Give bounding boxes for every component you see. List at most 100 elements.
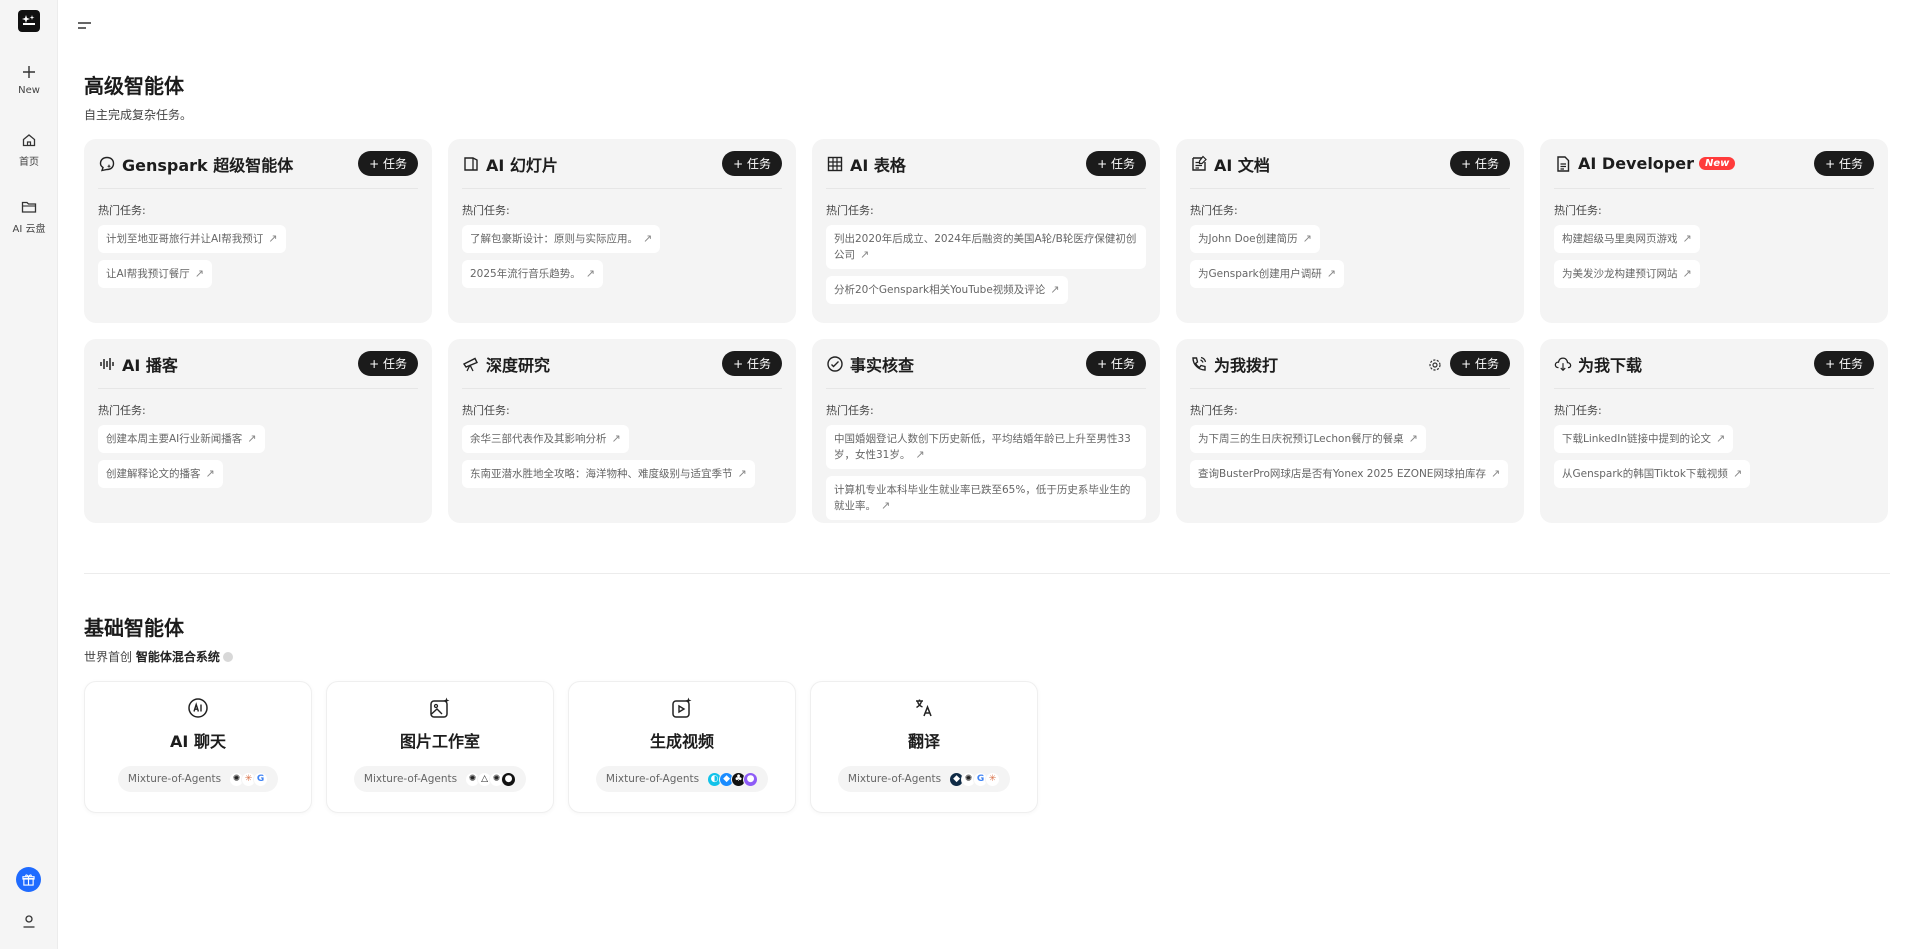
gift-button[interactable] [16, 867, 41, 892]
task-chip[interactable]: 为Genspark创建用户调研 ↗ [1190, 260, 1344, 288]
add-task-button[interactable]: + 任务 [1086, 151, 1146, 176]
task-chip-text: 列出2020年后成立、2024年后融资的美国A轮/B轮医疗保健初创公司 [834, 233, 1137, 261]
task-chip-text: 创建解释论文的播客 [106, 468, 201, 480]
task-chip-text: 为Genspark创建用户调研 [1198, 268, 1322, 280]
slides-icon [462, 155, 480, 173]
task-chip[interactable]: 让AI帮我预订餐厅 ↗ [98, 260, 212, 288]
task-chip[interactable]: 计算机专业本科毕业生就业率已跌至65%，低于历史系毕业生的就业率。 ↗ [826, 476, 1146, 520]
agent-card-title: AI 幻灯片 [486, 155, 558, 175]
arrow-up-right-icon: ↗ [915, 448, 925, 461]
hot-tasks-label: 热门任务: [1554, 404, 1602, 417]
basic-agents-title: 基础智能体 [84, 616, 184, 640]
user-icon [23, 915, 35, 928]
task-chip-text: 构建超级马里奥网页游戏 [1562, 233, 1678, 245]
agent-card[interactable]: AI 表格 + 任务 热门任务: 列出2020年后成立、2024年后融资的美国A轮/B… [812, 139, 1160, 323]
add-task-button[interactable]: + 任务 [1814, 351, 1874, 376]
task-chip[interactable]: 2025年流行音乐趋势。 ↗ [462, 260, 603, 288]
ai-chat-icon [186, 696, 210, 720]
basic-agents-subtitle: 世界首创 智能体混合系统 [84, 648, 233, 665]
agent-card-title: 事实核查 [850, 355, 915, 375]
agent-card-header: AI Developer New + 任务 [1554, 139, 1874, 189]
task-chip[interactable]: 列出2020年后成立、2024年后融资的美国A轮/B轮医疗保健初创公司 ↗ [826, 225, 1146, 269]
agent-card[interactable]: 为我拨打 + 任务 热门任务: 为下周三的生日庆祝预订Lechon餐厅的餐桌 ↗ 查询Bu… [1176, 339, 1524, 523]
basic-agent-card[interactable]: 生成视频 Mixture-of-Agents ◐ ◆ ♣ ● [568, 681, 796, 813]
basic-agent-card[interactable]: 翻译 Mixture-of-Agents ◆ ✺ G ✳ [810, 681, 1038, 813]
add-task-button[interactable]: + 任务 [722, 351, 782, 376]
task-chip[interactable]: 中国婚姻登记人数创下历史新低，平均结婚年龄已上升至男性33岁，女性31岁。 ↗ [826, 425, 1146, 469]
task-chip[interactable]: 创建解释论文的播客 ↗ [98, 460, 223, 488]
add-task-button[interactable]: + 任务 [1814, 151, 1874, 176]
folder-icon [21, 201, 37, 213]
cloud-download-icon [1554, 355, 1572, 373]
task-chip[interactable]: 从Genspark的韩国Tiktok下载视频 ↗ [1554, 460, 1751, 488]
menu-icon [78, 22, 91, 29]
add-task-button[interactable]: + 任务 [1450, 151, 1510, 176]
arrow-up-right-icon: ↗ [1326, 267, 1336, 280]
info-icon[interactable] [222, 652, 233, 662]
genspark-logo[interactable] [18, 10, 40, 32]
task-chip-row: 创建本周主要AI行业新闻播客 ↗ [98, 425, 418, 460]
agent-card[interactable]: AI 幻灯片 + 任务 热门任务: 了解包豪斯设计：原则与实际应用。 ↗ 2025年流行音… [448, 139, 796, 323]
task-chip-row: 东南亚潜水胜地全攻略：海洋物种、难度级别与适宜季节 ↗ [462, 460, 782, 495]
basic-agent-title: 生成视频 [649, 732, 714, 751]
sidebar-item-ai-drive[interactable]: AI 云盘 [0, 199, 58, 235]
task-chip[interactable]: 余华三部代表作及其影响分析 ↗ [462, 425, 629, 453]
task-chip-text: 下载LinkedIn链接中提到的论文 [1562, 433, 1712, 445]
basic-agent-card[interactable]: AI 聊天 Mixture-of-Agents ✺ ✳ G [84, 681, 312, 813]
add-task-button[interactable]: + 任务 [1086, 351, 1146, 376]
task-chip-row: 下载LinkedIn链接中提到的论文 ↗ [1554, 425, 1874, 460]
add-task-button[interactable]: + 任务 [358, 151, 418, 176]
task-chip[interactable]: 了解包豪斯设计：原则与实际应用。 ↗ [462, 225, 661, 253]
gift-icon [22, 874, 35, 886]
basic-agent-card[interactable]: 图片工作室 Mixture-of-Agents ✺ △ ✺ ● [326, 681, 554, 813]
task-chip-text: 为下周三的生日庆祝预订Lechon餐厅的餐桌 [1198, 433, 1404, 445]
task-chip[interactable]: 为John Doe创建简历 ↗ [1190, 225, 1320, 253]
task-chip-text: 分析20个Genspark相关YouTube视频及评论 [834, 284, 1046, 296]
task-chip[interactable]: 为美发沙龙构建预订网站 ↗ [1554, 260, 1700, 288]
agent-card[interactable]: 事实核查 + 任务 热门任务: 中国婚姻登记人数创下历史新低，平均结婚年龄已上升至男性… [812, 339, 1160, 523]
add-task-button[interactable]: + 任务 [1450, 351, 1510, 376]
model-logos: ◆ ✺ G ✳ [949, 771, 1001, 787]
arrow-up-right-icon: ↗ [881, 499, 891, 512]
agent-card[interactable]: 为我下载 + 任务 热门任务: 下载LinkedIn链接中提到的论文 ↗ 从Genspar… [1540, 339, 1888, 523]
advanced-agents-title: 高级智能体 [84, 74, 184, 98]
arrow-up-right-icon: ↗ [1732, 467, 1743, 480]
logo-icon [22, 15, 35, 25]
moa-label: Mixture-of-Agents [847, 773, 942, 785]
agent-card[interactable]: 深度研究 + 任务 热门任务: 余华三部代表作及其影响分析 ↗ 东南亚潜水胜地全攻略：海洋… [448, 339, 796, 523]
add-task-button[interactable]: + 任务 [722, 151, 782, 176]
sidebar-item-home[interactable]: 首页 [0, 132, 58, 168]
ideogram-logo-icon: ● [501, 771, 517, 787]
task-chip-row: 2025年流行音乐趋势。 ↗ [462, 260, 782, 295]
agent-card-title: AI 播客 [122, 355, 178, 375]
task-chip[interactable]: 为下周三的生日庆祝预订Lechon餐厅的餐桌 ↗ [1190, 425, 1426, 453]
task-chip[interactable]: 创建本周主要AI行业新闻播客 ↗ [98, 425, 265, 453]
agent-card[interactable]: AI Developer New + 任务 热门任务: 构建超级马里奥网页游戏 ↗ 为美发沙… [1540, 139, 1888, 323]
task-chip-text: 计划至地亚哥旅行并让AI帮我预订 [106, 233, 264, 245]
basic-agent-title: AI 聊天 [170, 732, 226, 751]
settings-gear-icon[interactable] [1428, 357, 1442, 371]
task-chip[interactable]: 构建超级马里奥网页游戏 ↗ [1554, 225, 1700, 253]
task-chip-row: 计划至地亚哥旅行并让AI帮我预订 ↗ [98, 225, 418, 260]
task-chip-text: 创建本周主要AI行业新闻播客 [106, 433, 243, 445]
task-chip[interactable]: 东南亚潜水胜地全攻略：海洋物种、难度级别与适宜季节 ↗ [462, 460, 755, 488]
task-chip-text: 计算机专业本科毕业生就业率已跌至65%，低于历史系毕业生的就业率。 [834, 484, 1131, 512]
task-chip[interactable]: 下载LinkedIn链接中提到的论文 ↗ [1554, 425, 1734, 453]
task-chip-text: 中国婚姻登记人数创下历史新低，平均结婚年龄已上升至男性33岁，女性31岁。 [834, 433, 1131, 461]
agent-card-header: AI 文档 + 任务 [1190, 139, 1510, 189]
task-chip[interactable]: 计划至地亚哥旅行并让AI帮我预订 ↗ [98, 225, 286, 253]
menu-toggle-button[interactable] [77, 17, 95, 31]
agent-card[interactable]: AI 文档 + 任务 热门任务: 为John Doe创建简历 ↗ 为Genspark创建用… [1176, 139, 1524, 323]
user-profile-button[interactable] [19, 911, 39, 931]
new-button[interactable]: New [0, 64, 58, 96]
task-chip[interactable]: 查询BusterPro网球店是否有Yonex 2025 EZONE网球拍库存 ↗ [1190, 460, 1509, 488]
agent-card[interactable]: AI 播客 + 任务热门任务: 创建本周主要AI行业新闻播客 ↗ 创建解释论文的播客 ↗ [84, 339, 432, 523]
task-chip-row: 为John Doe创建简历 ↗ [1190, 225, 1510, 260]
agent-card[interactable]: Genspark 超级智能体 + 任务 热门任务: 计划至地亚哥旅行并让AI帮我预订 ↗… [84, 139, 432, 323]
google-logo-icon: G [253, 771, 269, 787]
hot-tasks-label: 热门任务: [98, 404, 146, 417]
agent-card-header: 为我拨打 + 任务 [1190, 339, 1510, 389]
basic-agent-title: 图片工作室 [399, 732, 480, 751]
add-task-button[interactable]: + 任务 [358, 351, 418, 376]
task-chip[interactable]: 分析20个Genspark相关YouTube视频及评论 ↗ [826, 276, 1068, 304]
